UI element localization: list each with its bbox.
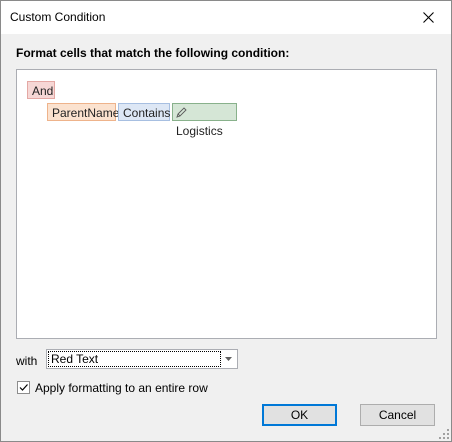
value-token-text: Logistics: [176, 124, 223, 138]
ok-button[interactable]: OK: [262, 404, 337, 426]
title-bar[interactable]: Custom Condition: [1, 1, 451, 34]
apply-row-checkbox[interactable]: [17, 381, 30, 394]
format-combobox[interactable]: Red Text: [46, 349, 238, 369]
custom-condition-dialog: Custom Condition Format cells that match…: [0, 0, 452, 442]
value-token[interactable]: Logistics: [172, 103, 237, 138]
apply-row-label[interactable]: Apply formatting to an entire row: [35, 381, 208, 395]
chevron-down-icon: [224, 357, 232, 361]
with-label: with: [16, 354, 38, 368]
field-token[interactable]: ParentName: [47, 103, 119, 121]
dialog-heading: Format cells that match the following co…: [16, 46, 290, 60]
format-combobox-value: Red Text: [48, 351, 221, 367]
close-icon: [422, 11, 434, 23]
pencil-icon: [176, 107, 187, 119]
resize-grip-icon[interactable]: [439, 429, 449, 439]
checkmark-icon: [19, 384, 28, 391]
group-operator-token[interactable]: And: [27, 81, 55, 99]
dropdown-button[interactable]: [221, 351, 235, 367]
condition-editor[interactable]: And ParentName Contains Logistics: [16, 69, 437, 339]
window-title: Custom Condition: [10, 10, 106, 24]
operator-token[interactable]: Contains: [118, 103, 170, 121]
close-button[interactable]: [405, 1, 451, 33]
cancel-button[interactable]: Cancel: [360, 404, 435, 426]
